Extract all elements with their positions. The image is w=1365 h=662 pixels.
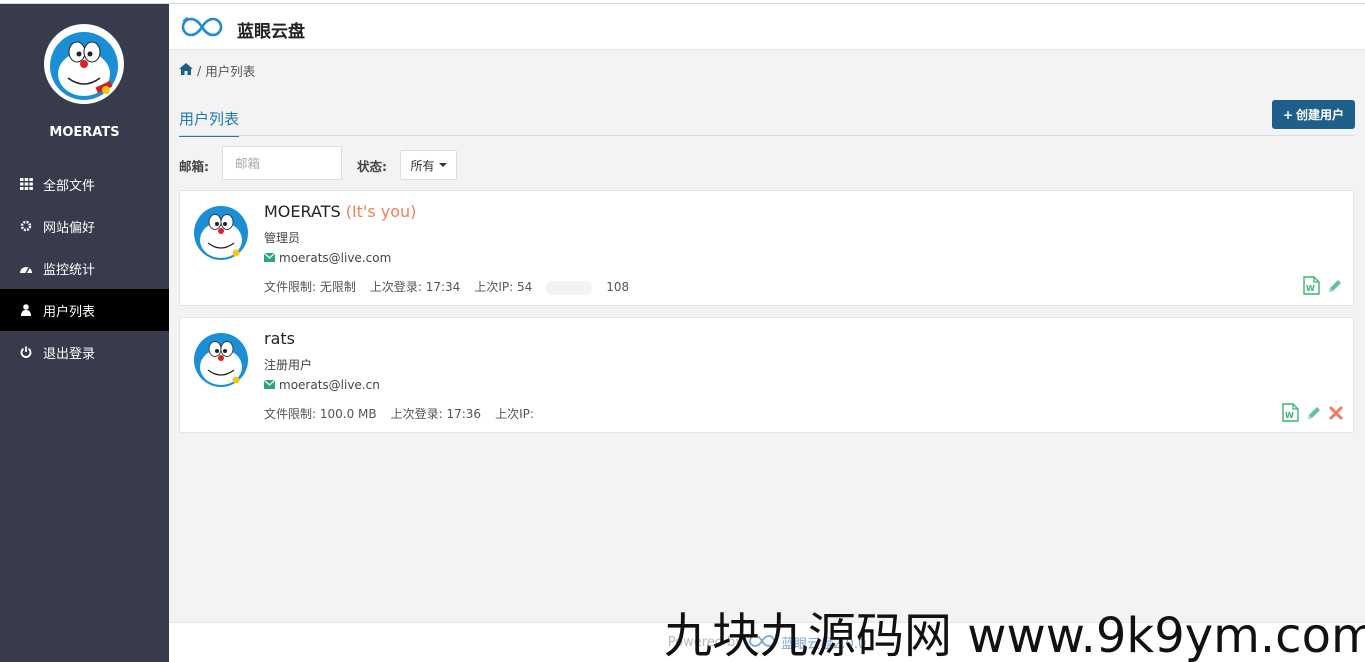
delete-x-icon[interactable] <box>1329 406 1343 420</box>
avatar[interactable] <box>44 24 124 104</box>
grid-icon <box>19 177 33 191</box>
envelope-icon <box>263 378 276 392</box>
last-ip-prefix: 上次IP: 54 <box>474 280 533 294</box>
file-limit: 文件限制: 无限制 <box>264 280 356 294</box>
power-icon <box>19 345 33 359</box>
user-avatar[interactable] <box>192 203 250 265</box>
sidebar-nav: 全部文件 网站偏好 监控统计 用户列表 退出登录 <box>0 163 169 373</box>
sidebar-item-label: 监控统计 <box>43 262 96 278</box>
user-icon <box>19 303 33 317</box>
sidebar-item-label: 全部文件 <box>43 178 96 194</box>
email-filter-label: 邮箱: <box>179 159 209 174</box>
sidebar-item-logout[interactable]: 退出登录 <box>0 331 169 373</box>
status-filter-select[interactable]: 所有 <box>400 150 457 180</box>
user-email: moerats@live.cn <box>263 378 380 392</box>
tab-user-list[interactable]: 用户列表 <box>179 108 240 137</box>
breadcrumb-separator: / <box>197 63 202 78</box>
sidebar-username: MOERATS <box>49 125 120 140</box>
breadcrumb-current: 用户列表 <box>205 64 256 79</box>
user-name: rats <box>264 329 295 348</box>
user-role: 注册用户 <box>264 358 313 372</box>
user-email-text: moerats@live.com <box>279 251 392 265</box>
ip-redaction <box>546 280 593 295</box>
home-icon[interactable] <box>179 63 193 78</box>
user-actions: W <box>1275 403 1343 422</box>
user-meta: 文件限制: 无限制 上次登录: 17:34 上次IP: 54 108 <box>264 278 657 295</box>
user-name: MOERATS (It's you) <box>264 202 416 221</box>
caret-down-icon <box>438 163 447 167</box>
create-user-button[interactable]: + 创建用户 <box>1272 100 1355 129</box>
svg-text:W: W <box>1285 411 1294 420</box>
word-document-icon[interactable]: W <box>1282 403 1299 422</box>
sidebar-item-monitor[interactable]: 监控统计 <box>0 247 169 289</box>
user-actions: W <box>1296 276 1343 295</box>
user-email-text: moerats@live.cn <box>279 378 380 392</box>
file-limit: 文件限制: 100.0 MB <box>264 407 377 421</box>
main-content: / 用户列表 用户列表 + 创建用户 邮箱: 状态: 所有 <box>169 50 1365 622</box>
status-filter-label: 状态: <box>357 159 387 174</box>
user-email: moerats@live.com <box>263 251 392 265</box>
pencil-icon[interactable] <box>1306 405 1322 421</box>
header: 蓝眼云盘 <box>169 4 1365 50</box>
user-avatar[interactable] <box>192 330 250 392</box>
user-card: MOERATS (It's you) 管理员 moerats@live.com … <box>179 190 1354 306</box>
sidebar-item-users[interactable]: 用户列表 <box>0 289 169 331</box>
dashboard-icon <box>19 261 33 275</box>
sidebar: MOERATS 全部文件 网站偏好 监控统计 用户列表 退出登录 <box>0 4 169 662</box>
user-meta: 文件限制: 100.0 MB 上次登录: 17:36 上次IP: <box>264 405 548 422</box>
plus-icon: + <box>1282 107 1294 122</box>
watermark-text: 九块九源码网 www.9k9ym.com <box>664 608 1365 662</box>
current-user-tag: (It's you) <box>345 202 417 221</box>
user-role: 管理员 <box>264 231 301 245</box>
word-document-icon[interactable]: W <box>1303 276 1320 295</box>
tab-divider <box>179 135 1355 136</box>
last-login: 上次登录: 17:36 <box>390 407 482 421</box>
user-card: rats 注册用户 moerats@live.cn 文件限制: 100.0 MB… <box>179 317 1354 433</box>
svg-text:W: W <box>1306 284 1315 293</box>
email-filter-input[interactable] <box>222 146 342 180</box>
pencil-icon[interactable] <box>1327 278 1343 294</box>
sidebar-item-preferences[interactable]: 网站偏好 <box>0 205 169 247</box>
gear-icon <box>19 219 33 233</box>
last-login: 上次登录: 17:34 <box>369 280 461 294</box>
status-filter-value: 所有 <box>410 158 435 173</box>
sidebar-item-all-files[interactable]: 全部文件 <box>0 163 169 205</box>
last-ip: 上次IP: <box>495 407 534 421</box>
user-name-text: MOERATS <box>264 202 341 221</box>
envelope-icon <box>263 251 276 265</box>
sidebar-item-label: 退出登录 <box>43 346 96 362</box>
sidebar-item-label: 用户列表 <box>43 304 96 320</box>
user-name-text: rats <box>264 329 295 348</box>
brand-name[interactable]: 蓝眼云盘 <box>237 17 305 42</box>
last-ip: 上次IP: 54 108 <box>474 278 643 295</box>
last-ip-suffix: 108 <box>606 280 630 294</box>
sidebar-item-label: 网站偏好 <box>43 220 96 236</box>
create-user-label: 创建用户 <box>1296 108 1345 122</box>
brand-logo-icon[interactable] <box>179 15 225 42</box>
breadcrumb: / 用户列表 <box>179 61 255 80</box>
